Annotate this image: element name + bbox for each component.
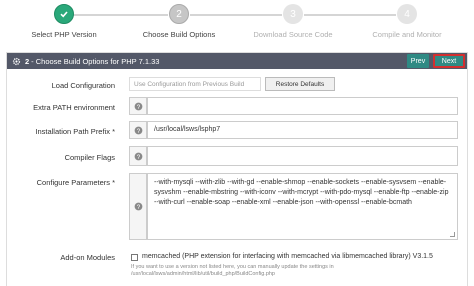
help-icon: ? [134, 152, 142, 160]
svg-text:?: ? [136, 153, 140, 160]
compiler-flags-input[interactable] [147, 146, 458, 166]
wizard-step-label: Select PHP Version [31, 30, 97, 39]
wizard-step-1[interactable]: Select PHP Version [4, 4, 124, 39]
wizard-step-2[interactable]: 2 Choose Build Options [119, 4, 239, 39]
wizard-step-3: 3 Download Source Code [233, 4, 353, 39]
help-icon: ? [134, 102, 142, 110]
extra-path-label: Extra PATH environment [33, 103, 115, 112]
prev-button[interactable]: Prev [407, 54, 429, 68]
load-configuration-select[interactable]: Use Configuration from Previous Build [129, 77, 261, 91]
panel-header: 2 - Choose Build Options for PHP 7.1.33 [7, 53, 467, 69]
addon-hint-text: If you want to use a version not listed … [131, 264, 334, 277]
restore-defaults-button[interactable]: Restore Defaults [265, 77, 335, 91]
svg-text:?: ? [136, 103, 140, 110]
help-button[interactable]: ? [129, 121, 147, 139]
install-prefix-label: Installation Path Prefix * [35, 127, 115, 136]
step-number: 2 [169, 4, 189, 24]
check-icon [54, 4, 74, 24]
addon-modules-label: Add-on Modules [60, 253, 115, 262]
compiler-flags-label: Compiler Flags [64, 153, 115, 162]
extra-path-input[interactable] [147, 97, 458, 115]
panel-step-number: 2 [25, 56, 30, 66]
step-number: 4 [397, 4, 417, 24]
svg-text:?: ? [136, 204, 140, 211]
memcached-option-label: memcached (PHP extension for interfacing… [142, 253, 433, 260]
svg-text:?: ? [136, 127, 140, 134]
resize-handle[interactable] [450, 232, 455, 237]
help-button[interactable]: ? [129, 146, 147, 166]
panel-title: - Choose Build Options for PHP 7.1.33 [31, 56, 160, 66]
wizard-step-4: 4 Compile and Monitor [347, 4, 467, 39]
configure-params-textarea[interactable]: --with-mysqli --with-zlib --with-gd --en… [147, 173, 458, 240]
help-icon: ? [134, 126, 142, 134]
wizard-steps: Select PHP Version 2 Choose Build Option… [0, 0, 474, 44]
gear-icon [12, 57, 21, 65]
install-prefix-input[interactable]: /usr/local/lsws/lsphp7 [147, 121, 458, 139]
configure-params-label: Configure Parameters * [36, 178, 115, 187]
step-number: 3 [283, 4, 303, 24]
load-configuration-label: Load Configuration [51, 81, 115, 90]
next-button[interactable]: Next [433, 54, 465, 68]
configure-params-value: --with-mysqli --with-zlib --with-gd --en… [154, 179, 449, 206]
help-button[interactable]: ? [129, 173, 147, 240]
wizard-step-label: Compile and Monitor [372, 30, 442, 39]
memcached-checkbox[interactable] [131, 254, 138, 261]
wizard-step-label: Choose Build Options [142, 30, 216, 39]
help-button[interactable]: ? [129, 97, 147, 115]
wizard-step-label: Download Source Code [253, 30, 333, 39]
help-icon: ? [134, 202, 142, 211]
